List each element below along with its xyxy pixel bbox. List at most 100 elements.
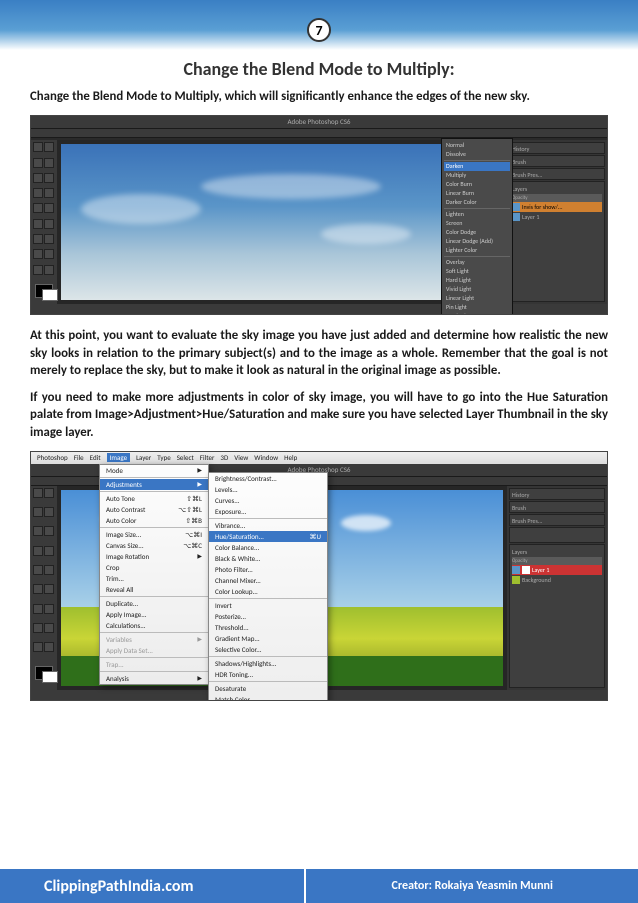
tool-icon xyxy=(33,642,43,652)
tool-icon xyxy=(44,642,54,652)
screenshot-1-wrapper: Adobe Photoshop CS6 xyxy=(30,115,608,315)
paragraph-3: If you need to make more adjustments in … xyxy=(30,389,608,441)
layers-title-2: Layers xyxy=(512,548,527,556)
tool-icon xyxy=(44,188,54,198)
tool-icon xyxy=(33,188,43,198)
mi-auto-contrast: Auto Contrast⌥⇧⌘L xyxy=(100,504,208,515)
tool-icon xyxy=(33,546,43,556)
adj-selective-color: Selective Color... xyxy=(209,644,327,655)
ps-right-panels: History Brush Brush Pres... Layers Opaci… xyxy=(507,140,607,304)
tool-icon xyxy=(44,546,54,556)
blend-mode-dropdown: Normal Dissolve Darken Multiply Color Bu… xyxy=(441,138,513,315)
blend-color-burn: Color Burn xyxy=(444,180,510,189)
menu-file: File xyxy=(74,453,84,462)
layer-mask-label: Invis for show/... xyxy=(522,203,562,211)
tool-icon xyxy=(44,526,54,536)
ps-workspace: Normal Dissolve Darken Multiply Color Bu… xyxy=(31,140,607,304)
ps-canvas xyxy=(57,140,507,304)
adj-invert: Invert xyxy=(209,600,327,611)
ps-toolbar xyxy=(31,140,57,304)
ps-options-bar xyxy=(31,128,607,138)
blend-normal: Normal xyxy=(444,141,510,150)
layers-title: Layers xyxy=(512,185,527,193)
ps-app-title: Adobe Photoshop CS6 xyxy=(31,116,607,128)
blend-lighter-color: Lighter Color xyxy=(444,246,510,255)
tool-icon xyxy=(33,526,43,536)
content-area: Change the Blend Mode to Multiply: Chang… xyxy=(0,50,638,701)
adj-hdr-toning: HDR Toning... xyxy=(209,669,327,680)
tool-icon xyxy=(33,584,43,594)
paragraph-1: Change the Blend Mode to Multiply, which… xyxy=(30,88,608,105)
adj-black-white: Black & White... xyxy=(209,553,327,564)
mi-variables: Variables xyxy=(100,634,208,645)
layers-panel: Layers Opacity Invis for show/... Layer … xyxy=(509,181,605,302)
page-footer: ClippingPathIndia.com Creator: Rokaiya Y… xyxy=(0,869,638,903)
tool-icon xyxy=(44,142,54,152)
panel-spacer xyxy=(509,527,605,543)
menu-filter: Filter xyxy=(200,453,215,462)
blend-hard-light: Hard Light xyxy=(444,276,510,285)
mac-menu-bar: Photoshop File Edit Image Layer Type Sel… xyxy=(31,452,607,464)
panel-brush-presets: Brush Pres... xyxy=(509,168,605,180)
menu-edit: Edit xyxy=(90,453,101,462)
tool-icon xyxy=(44,584,54,594)
photoshop-screenshot-2: Photoshop File Edit Image Layer Type Sel… xyxy=(30,451,608,701)
tool-icon xyxy=(44,249,54,259)
mi-analysis: Analysis xyxy=(100,673,208,684)
tool-icon xyxy=(44,265,54,275)
mi-crop: Crop xyxy=(100,562,208,573)
blend-lighten: Lighten xyxy=(444,210,510,219)
blend-vivid-light: Vivid Light xyxy=(444,285,510,294)
panel-brush: Brush xyxy=(509,155,605,167)
tool-icon xyxy=(33,604,43,614)
adj-color-balance: Color Balance... xyxy=(209,542,327,553)
panel-history: History xyxy=(509,142,605,154)
blend-overlay: Overlay xyxy=(444,258,510,267)
page-number-badge: 7 xyxy=(307,18,331,42)
tool-icon xyxy=(33,142,43,152)
mi-duplicate: Duplicate... xyxy=(100,598,208,609)
mi-auto-tone: Auto Tone⇧⌘L xyxy=(100,493,208,504)
paragraph-2: At this point, you want to evaluate the … xyxy=(30,327,608,379)
tool-icon xyxy=(44,234,54,244)
status-bar xyxy=(31,304,607,314)
tool-icon xyxy=(44,219,54,229)
screenshot-2-wrapper: Photoshop File Edit Image Layer Type Sel… xyxy=(30,451,608,701)
adj-posterize: Posterize... xyxy=(209,611,327,622)
menu-window: Window xyxy=(254,453,278,462)
adj-photo-filter: Photo Filter... xyxy=(209,564,327,575)
page-header-gradient: 7 xyxy=(0,0,638,50)
layer-1-label: Layer 1 xyxy=(522,213,539,221)
adj-color-lookup: Color Lookup... xyxy=(209,586,327,597)
page-number: 7 xyxy=(315,22,322,39)
blend-hard-mix: Hard Mix xyxy=(444,312,510,315)
sky-image xyxy=(61,144,503,300)
tool-icon xyxy=(33,234,43,244)
menu-photoshop: Photoshop xyxy=(37,453,68,462)
blend-linear-light: Linear Light xyxy=(444,294,510,303)
tool-icon xyxy=(33,158,43,168)
adj-exposure: Exposure... xyxy=(209,506,327,517)
tool-icon xyxy=(44,173,54,183)
adj-brightness: Brightness/Contrast... xyxy=(209,473,327,484)
tool-icon xyxy=(44,623,54,633)
mi-mode: Mode xyxy=(100,465,208,476)
section-title: Change the Blend Mode to Multiply: xyxy=(30,58,608,80)
adj-channel-mixer: Channel Mixer... xyxy=(209,575,327,586)
menu-type: Type xyxy=(157,453,170,462)
blend-darken: Darken xyxy=(444,162,510,171)
mi-calculations: Calculations... xyxy=(100,620,208,631)
panel-brush-2: Brush xyxy=(509,501,605,513)
menu-image: Image xyxy=(107,453,130,462)
blend-linear-burn: Linear Burn xyxy=(444,189,510,198)
mi-apply-image: Apply Image... xyxy=(100,609,208,620)
mi-image-size: Image Size...⌥⌘I xyxy=(100,529,208,540)
layers-opacity-2: Opacity xyxy=(512,558,528,564)
footer-site: ClippingPathIndia.com xyxy=(0,869,306,903)
adj-shadows-highlights: Shadows/Highlights... xyxy=(209,658,327,669)
blend-color-dodge: Color Dodge xyxy=(444,228,510,237)
footer-creator: Creator: Rokaiya Yeasmin Munni xyxy=(306,869,638,903)
mi-adjustments: Adjustments xyxy=(100,479,208,490)
blend-darker-color: Darker Color xyxy=(444,198,510,207)
adj-desaturate: Desaturate xyxy=(209,683,327,694)
